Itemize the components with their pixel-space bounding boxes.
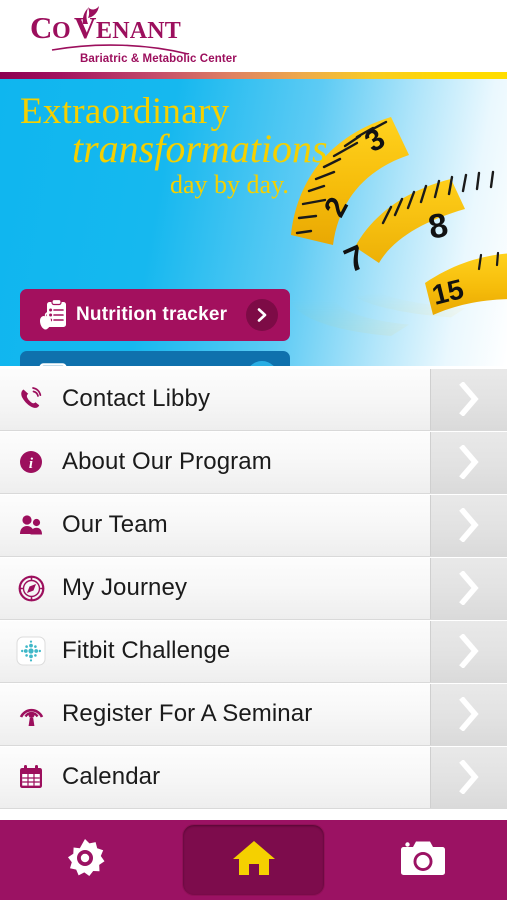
menu-item-fitbit-challenge[interactable]: Fitbit Challenge — [0, 620, 507, 683]
weight-scale-icon — [30, 362, 76, 366]
covenant-logo: C O V ENANT Bariatric & Metabolic Center… — [28, 4, 258, 70]
home-icon — [231, 837, 277, 884]
calendar-icon — [0, 764, 62, 790]
app-header: C O V ENANT Bariatric & Metabolic Center… — [0, 0, 507, 72]
info-circle-icon: i — [0, 450, 62, 474]
chevron-right-icon — [246, 361, 278, 366]
chevron-right-icon[interactable] — [430, 557, 507, 619]
chevron-right-icon — [246, 299, 278, 331]
chevron-right-icon[interactable] — [430, 368, 507, 430]
hero-banner: 2 3 7 8 15 Extraordinary transformations… — [0, 79, 507, 366]
menu-item-about-our-program[interactable]: i About Our Program — [0, 431, 507, 494]
tab-home[interactable] — [169, 820, 338, 900]
fitbit-logo-icon — [0, 636, 62, 666]
phone-ringing-icon — [0, 386, 62, 412]
main-menu-list: Contact Libby i About Our Program Our Te… — [0, 368, 507, 809]
tab-camera[interactable] — [338, 820, 507, 900]
nutrition-tracker-label: Nutrition tracker — [76, 304, 228, 325]
gear-icon — [63, 836, 107, 885]
chevron-right-icon[interactable] — [430, 494, 507, 556]
clipboard-apple-icon — [30, 299, 76, 331]
menu-item-my-journey[interactable]: My Journey — [0, 557, 507, 620]
people-group-icon — [0, 513, 62, 537]
headline-line-2: transformations — [72, 126, 328, 171]
bottom-tab-bar — [0, 820, 507, 900]
menu-item-our-team[interactable]: Our Team — [0, 494, 507, 557]
banner-headline: Extraordinary transformations day by day… — [20, 93, 350, 200]
weigh-me-button[interactable]: Weigh-Me — [20, 351, 290, 366]
menu-item-contact-libby[interactable]: Contact Libby — [0, 368, 507, 431]
camera-icon — [400, 839, 446, 882]
tab-home-active-indicator[interactable] — [182, 824, 325, 896]
tab-settings[interactable] — [0, 820, 169, 900]
chevron-right-icon[interactable] — [430, 431, 507, 493]
headline-line-3: day by day. — [170, 170, 289, 199]
chevron-right-icon[interactable] — [430, 620, 507, 682]
svg-text:ENANT: ENANT — [96, 18, 181, 44]
menu-item-calendar[interactable]: Calendar — [0, 746, 507, 809]
gradient-divider — [0, 72, 507, 79]
app-screen: C O V ENANT Bariatric & Metabolic Center… — [0, 0, 507, 900]
nutrition-tracker-button[interactable]: Nutrition tracker — [20, 289, 290, 341]
broadcast-antenna-icon — [0, 700, 62, 728]
compass-icon — [0, 575, 62, 602]
svg-text:C: C — [30, 10, 52, 45]
svg-text:V: V — [74, 10, 97, 45]
chevron-right-icon[interactable] — [430, 683, 507, 745]
chevron-right-icon[interactable] — [430, 746, 507, 808]
logo-subtitle: Bariatric & Metabolic Center — [80, 53, 237, 65]
headline-line-1: Extraordinary — [20, 91, 230, 132]
menu-item-register-for-a-seminar[interactable]: Register For A Seminar — [0, 683, 507, 746]
svg-text:O: O — [52, 18, 70, 44]
